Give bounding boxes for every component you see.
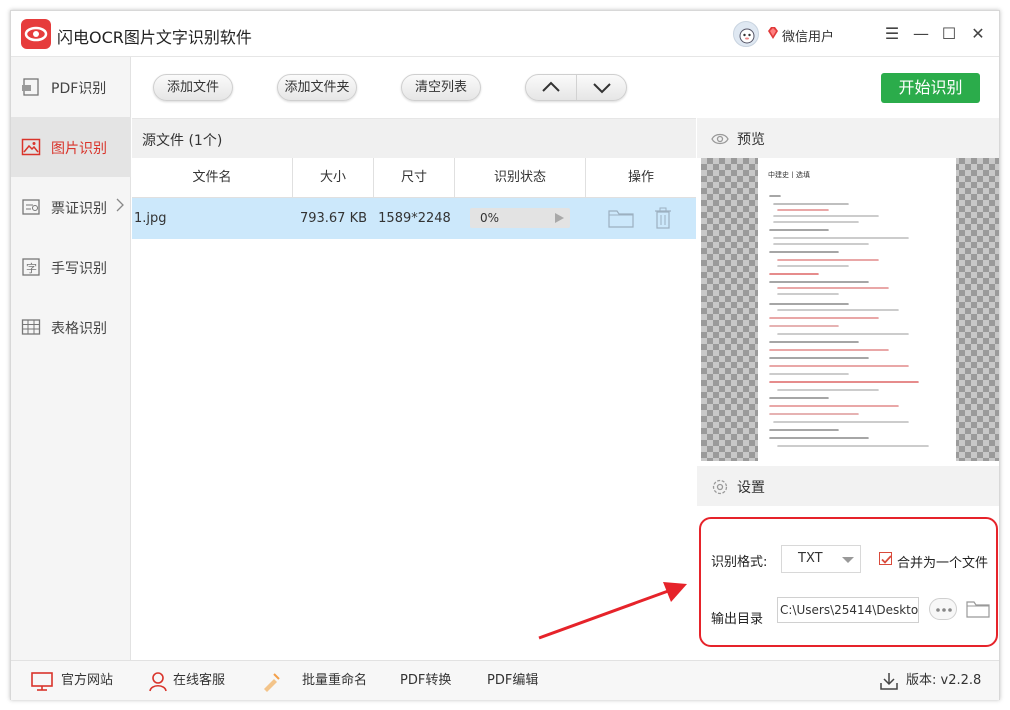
pdf-edit-link[interactable]: PDF编辑 [487,661,538,701]
sidebar-item-image[interactable]: 图片识别 [11,117,131,177]
column-header-actions: 操作 [627,170,654,185]
sidebar-item-ticket[interactable]: 票证识别 [11,177,131,237]
progress-text: 0% [480,211,500,225]
chevron-right-icon [115,197,125,217]
website-icon [31,670,53,692]
version-label: 版本: v2.2.8 [906,673,982,688]
more-dots-icon [936,608,952,612]
output-path-field[interactable] [778,598,918,622]
column-header-name[interactable]: 文件名 [132,158,293,198]
app-window: 闪电OCR图片文字识别软件 微信用户 ☰ — ☐ ✕ PDF识别 图片识别 票证… [10,10,1000,700]
sidebar-item-label: 图片识别 [51,141,107,157]
vip-gem-icon [766,26,780,40]
preview-title: 预览 [737,132,765,148]
annotation-highlight-box [699,517,998,647]
add-file-button[interactable]: 添加文件 [153,74,233,101]
eye-icon [711,130,729,148]
chevron-up-icon [542,81,560,92]
maximize-button[interactable]: ☐ [938,23,960,45]
file-name-cell: 1.jpg [134,211,167,226]
sidebar-item-pdf[interactable]: PDF识别 [11,57,131,117]
website-link[interactable]: 官方网站 [61,661,113,701]
reorder-group [525,74,627,101]
svg-text:字: 字 [26,261,37,275]
file-list-title: 源文件 (1个) [142,133,223,149]
column-header-status[interactable]: 识别状态 [455,158,586,198]
progress-bar: 0% [470,208,570,228]
add-folder-button[interactable]: 添加文件夹 [277,74,357,101]
output-label: 输出目录 [711,612,764,627]
gear-icon [711,478,729,496]
file-size-cell: 793.67 KB [299,211,368,226]
delete-icon[interactable] [654,207,672,233]
play-icon[interactable] [555,213,564,223]
settings-title: 设置 [737,480,765,496]
pdf-convert-link[interactable]: PDF转换 [400,661,451,701]
settings-header: 设置 [697,466,999,506]
image-icon [21,137,41,157]
settings-panel [697,506,999,660]
move-up-button[interactable] [526,75,577,100]
start-recognition-button[interactable]: 开始识别 [881,73,980,103]
format-label: 识别格式: [711,555,768,570]
column-header-size[interactable]: 大小 [293,158,374,198]
user-name[interactable]: 微信用户 [782,26,834,45]
move-down-button[interactable] [577,75,627,100]
handwriting-icon: 字 [21,257,41,277]
ticket-icon [21,197,41,217]
app-logo-icon [21,19,51,49]
support-link[interactable]: 在线客服 [173,661,225,701]
sidebar-item-handwriting[interactable]: 字 手写识别 [11,237,131,297]
table-icon [21,317,41,337]
format-value: TXT [798,551,823,566]
footer-bar: 官方网站 在线客服 批量重命名 PDF转换 PDF编辑 版本: v2.2.8 [11,660,999,700]
minimize-button[interactable]: — [910,23,932,45]
batch-rename-link[interactable]: 批量重命名 [302,661,367,701]
pdf-icon [21,77,41,97]
menu-icon[interactable]: ☰ [881,23,903,45]
app-title: 闪电OCR图片文字识别软件 [57,28,252,47]
merge-checkbox[interactable] [879,552,892,565]
sidebar: PDF识别 图片识别 票证识别 字 手写识别 表格识别 [11,57,131,660]
annotation-arrow-icon [538,582,687,640]
user-avatar[interactable] [733,21,759,47]
table-row[interactable]: 1.jpg 793.67 KB 1589*2248 0% [132,198,696,239]
document-thumbnail: 中建史丨选填 [758,158,956,461]
clear-list-button[interactable]: 清空列表 [401,74,481,101]
sidebar-item-label: PDF识别 [51,81,107,97]
chevron-down-icon [593,83,611,94]
chevron-down-icon [842,557,854,563]
browse-button[interactable] [929,598,957,620]
column-header-dimensions[interactable]: 尺寸 [374,158,455,198]
document-text-lines [769,195,929,447]
file-list-header: 源文件 (1个) [132,118,696,158]
open-folder-icon[interactable] [608,208,634,232]
open-output-folder-icon[interactable] [966,599,990,623]
rename-icon [261,670,283,692]
preview-pane: 中建史丨选填 [701,158,999,461]
file-dimensions-cell: 1589*2248 [378,211,451,226]
download-icon[interactable] [878,670,900,692]
sidebar-item-table[interactable]: 表格识别 [11,297,131,357]
title-bar: 闪电OCR图片文字识别软件 微信用户 ☰ — ☐ ✕ [11,11,999,57]
checkmark-icon [881,555,892,564]
format-select[interactable]: TXT [781,545,861,573]
sidebar-item-label: 表格识别 [51,321,107,337]
merge-label[interactable]: 合并为一个文件 [897,552,988,571]
preview-header: 预览 [697,118,999,158]
support-icon [147,670,169,692]
table-header: 文件名 大小 尺寸 识别状态 操作 [132,158,696,198]
sidebar-item-label: 手写识别 [51,261,107,277]
output-path-input[interactable] [777,597,919,623]
close-button[interactable]: ✕ [967,23,989,45]
sidebar-item-label: 票证识别 [51,201,107,217]
